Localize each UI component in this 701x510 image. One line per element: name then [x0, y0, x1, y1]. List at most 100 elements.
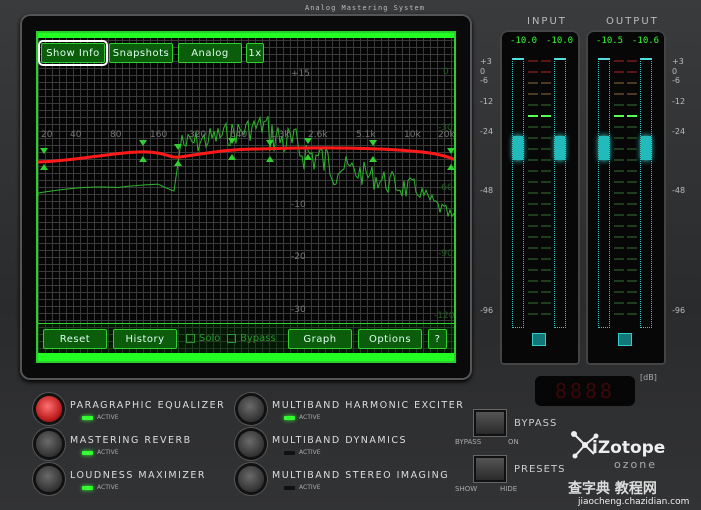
status-text: ACTIVE [97, 449, 119, 456]
module-knob[interactable] [36, 396, 62, 422]
band-handle[interactable] [40, 148, 48, 154]
module-knob[interactable] [36, 466, 62, 492]
gain-segment [528, 93, 552, 95]
db-label: -30 [291, 305, 306, 315]
meter-scale-left: -24 [480, 127, 494, 136]
show-info-button[interactable]: Show Info [38, 40, 108, 66]
module-knob[interactable] [238, 466, 264, 492]
module-name: MULTIBAND HARMONIC EXCITER [272, 400, 465, 411]
active-led [284, 485, 295, 490]
module-mastering-reverb[interactable]: MASTERING REVERB ACTIVE [36, 431, 192, 457]
band-handle[interactable] [228, 154, 236, 160]
band-handle[interactable] [174, 144, 182, 150]
band-handle[interactable] [447, 164, 455, 170]
active-led [284, 450, 295, 455]
bypass-option[interactable]: BYPASS [455, 438, 481, 446]
eq-display[interactable]: Show Info Snapshots Analog 1x +15 -10 -2… [36, 31, 456, 363]
module-loudness-maximizer[interactable]: LOUDNESS MAXIMIZER ACTIVE [36, 466, 206, 492]
active-indicator: ACTIVE [82, 414, 225, 421]
zoom-1x-button[interactable]: 1x [246, 43, 264, 63]
gain-segment [528, 115, 552, 117]
gain-segment [614, 280, 638, 282]
gain-segment [614, 247, 638, 249]
solo-checkbox[interactable]: Solo [186, 333, 220, 344]
gain-segment [528, 148, 552, 150]
meter-scale-right: -48 [672, 186, 686, 195]
gain-segment [614, 269, 638, 271]
gain-segment [614, 137, 638, 139]
link-lock-icon[interactable] [618, 333, 632, 346]
bypass-checkbox[interactable]: Bypass [227, 333, 276, 344]
gain-segment [528, 126, 552, 128]
brand-name: iZotope [592, 438, 666, 458]
module-knob[interactable] [238, 396, 264, 422]
band-handle[interactable] [369, 156, 377, 162]
band-handle[interactable] [266, 156, 274, 162]
module-name: MULTIBAND STEREO IMAGING [272, 470, 450, 481]
spectrum-db-label: -90 [438, 249, 453, 259]
show-option[interactable]: SHOW [455, 485, 477, 493]
gain-segment [614, 60, 638, 62]
link-lock-icon[interactable] [532, 333, 546, 346]
gain-segment [614, 170, 638, 172]
band-handle[interactable] [369, 140, 377, 146]
band-handle[interactable] [266, 140, 274, 146]
gain-segment [614, 93, 638, 95]
freq-label: 10k [404, 130, 421, 140]
module-multiband-dynamics[interactable]: MULTIBAND DYNAMICS ACTIVE [238, 431, 408, 457]
input-meter: -10.0 -10.0 [500, 30, 580, 365]
gain-segment [528, 269, 552, 271]
analog-button[interactable]: Analog [178, 43, 242, 63]
gain-segment [528, 302, 552, 304]
history-button[interactable]: History [113, 329, 177, 349]
input-right-bar [554, 58, 566, 328]
checkbox-box[interactable] [186, 334, 195, 343]
module-knob[interactable] [36, 431, 62, 457]
module-name: MULTIBAND DYNAMICS [272, 435, 408, 446]
gain-segment [528, 203, 552, 205]
solo-label: Solo [199, 333, 221, 344]
meter-scale-right: 0 [672, 67, 678, 76]
presets-button[interactable] [474, 456, 506, 482]
gain-segment [528, 236, 552, 238]
on-option[interactable]: ON [508, 438, 519, 446]
band-handle[interactable] [139, 156, 147, 162]
spectrum-db-label: -60 [438, 183, 453, 193]
meter-scale-left: -96 [480, 306, 494, 315]
checkbox-box[interactable] [227, 334, 236, 343]
hide-option[interactable]: HIDE [500, 485, 517, 493]
module-knob[interactable] [238, 431, 264, 457]
band-handle[interactable] [447, 148, 455, 154]
eq-plot[interactable] [38, 33, 456, 363]
band-handle[interactable] [139, 140, 147, 146]
gain-segment [614, 71, 638, 73]
gain-segment [528, 104, 552, 106]
gain-segment [614, 203, 638, 205]
snapshots-button[interactable]: Snapshots [109, 43, 173, 63]
eq-curve[interactable] [38, 146, 456, 164]
help-button[interactable]: ? [428, 329, 447, 349]
output-meter: -10.5 -10.6 [586, 30, 666, 365]
module-multiband-harmonic-exciter[interactable]: MULTIBAND HARMONIC EXCITER ACTIVE [238, 396, 465, 422]
graph-button[interactable]: Graph [288, 329, 352, 349]
gain-segment [528, 137, 552, 139]
bypass-button[interactable] [474, 410, 506, 436]
gain-segment [614, 181, 638, 183]
options-button[interactable]: Options [358, 329, 422, 349]
gain-segment [614, 192, 638, 194]
reset-button[interactable]: Reset [43, 329, 107, 349]
active-indicator: ACTIVE [284, 484, 449, 491]
module-multiband-stereo-imaging[interactable]: MULTIBAND STEREO IMAGING ACTIVE [238, 466, 450, 492]
band-handle[interactable] [174, 160, 182, 166]
band-handle[interactable] [40, 164, 48, 170]
db-label: -10 [291, 200, 306, 210]
module-paragraphic-equalizer[interactable]: PARAGRAPHIC EQUALIZER ACTIVE [36, 396, 225, 422]
gain-segment [614, 225, 638, 227]
freq-label: 1.3k [270, 130, 290, 140]
meter-scale-left: 0 [480, 67, 486, 76]
gain-segment [614, 258, 638, 260]
freq-label: 5.1k [356, 130, 376, 140]
status-text: ACTIVE [97, 414, 119, 421]
app-subtitle: Analog Mastering System [305, 4, 425, 12]
gain-segment [528, 71, 552, 73]
